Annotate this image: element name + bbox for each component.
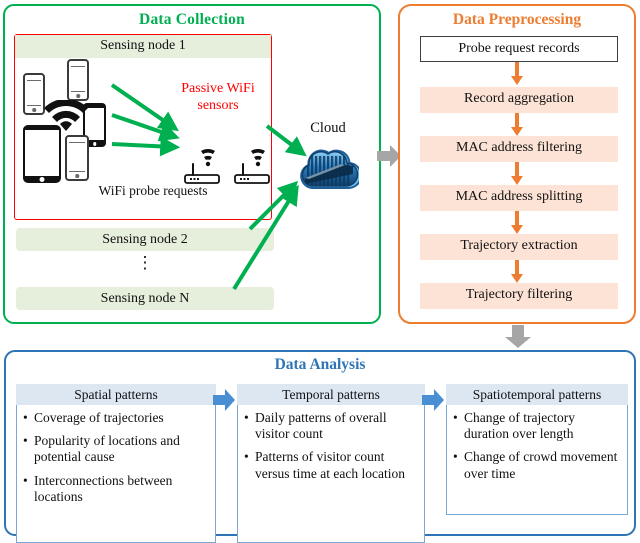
column-body-temporal-patterns: Daily patterns of overall visitor count … [237,405,425,543]
preprocessing-step-trajectory-filtering: Trajectory filtering [420,283,618,309]
wifi-signal-icon [43,98,89,136]
list-item: Coverage of trajectories [21,410,211,426]
analysis-column-temporal-patterns: Temporal patterns Daily patterns of over… [237,384,425,543]
data-analysis-panel: Data Analysis Spatial patterns Coverage … [4,350,636,543]
data-collection-title: Data Collection [139,11,245,28]
list-item: Change of trajectory duration over lengt… [451,410,623,442]
list-item: Interconnections between locations [21,473,211,505]
smartphone-icon [67,59,89,101]
column-body-spatiotemporal-patterns: Change of trajectory duration over lengt… [446,405,628,516]
data-preprocessing-panel: Data Preprocessing Probe request records… [398,4,636,324]
temporal-to-spatiotemporal-arrow-icon [422,388,444,412]
passive-wifi-sensor-icons [181,147,273,191]
preprocessing-step-mac-address-filtering: MAC address filtering [420,136,618,162]
bullet-list: Coverage of trajectories Popularity of l… [21,410,211,505]
list-item: Patterns of visitor count versus time at… [242,449,420,481]
list-item: Popularity of locations and potential ca… [21,433,211,465]
preprocessing-to-analysis-arrow-icon [504,325,532,349]
column-header-spatial-patterns: Spatial patterns [16,384,216,406]
preprocessing-step-arrow-icon [510,162,524,186]
bullet-list: Daily patterns of overall visitor count … [242,410,420,482]
list-item: Change of crowd movement over time [451,449,623,481]
preprocessing-step-arrow-icon [510,260,524,284]
smartphone-icon [23,73,45,115]
preprocessing-step-record-aggregation: Record aggregation [420,87,618,113]
preprocessing-step-arrow-icon [510,113,524,137]
tablet-icon [65,135,89,181]
column-body-spatial-patterns: Coverage of trajectories Popularity of l… [16,405,216,543]
preprocessing-step-arrow-icon [510,211,524,235]
data-preprocessing-title: Data Preprocessing [452,11,582,28]
sensing-node-n-box: Sensing node N [16,287,274,310]
data-analysis-title: Data Analysis [274,356,366,373]
analysis-column-spatiotemporal-patterns: Spatiotemporal patterns Change of trajec… [446,384,628,516]
cloud-label: Cloud [310,120,346,136]
passive-wifi-sensors-label: Passive WiFi sensors [181,81,255,113]
column-header-temporal-patterns: Temporal patterns [237,384,425,406]
preprocessing-step-arrow-icon [510,62,524,86]
spatial-to-temporal-arrow-icon [213,388,235,412]
analysis-column-spatial-patterns: Spatial patterns Coverage of trajectorie… [16,384,216,543]
list-item: Daily patterns of overall visitor count [242,410,420,442]
sensing-node-1-label: Sensing node 1 [15,35,271,59]
bullet-list: Change of trajectory duration over lengt… [451,410,623,482]
cloud-icon [295,144,362,196]
preprocessing-step-mac-address-splitting: MAC address splitting [420,185,618,211]
data-collection-panel: Data Collection Sensing node 1 WiFi prob… [3,4,381,324]
preprocessing-step-trajectory-extraction: Trajectory extraction [420,234,618,260]
sensing-node-2-box: Sensing node 2 [16,228,274,251]
sensing-node-1-box: Sensing node 1 WiFi probe requests Passi… [14,34,272,220]
preprocessing-step-probe-request-records: Probe request records [420,36,618,62]
mobile-devices-cluster [21,57,145,187]
column-header-spatiotemporal-patterns: Spatiotemporal patterns [446,384,628,406]
vertical-ellipsis: ⋮ [136,253,154,272]
